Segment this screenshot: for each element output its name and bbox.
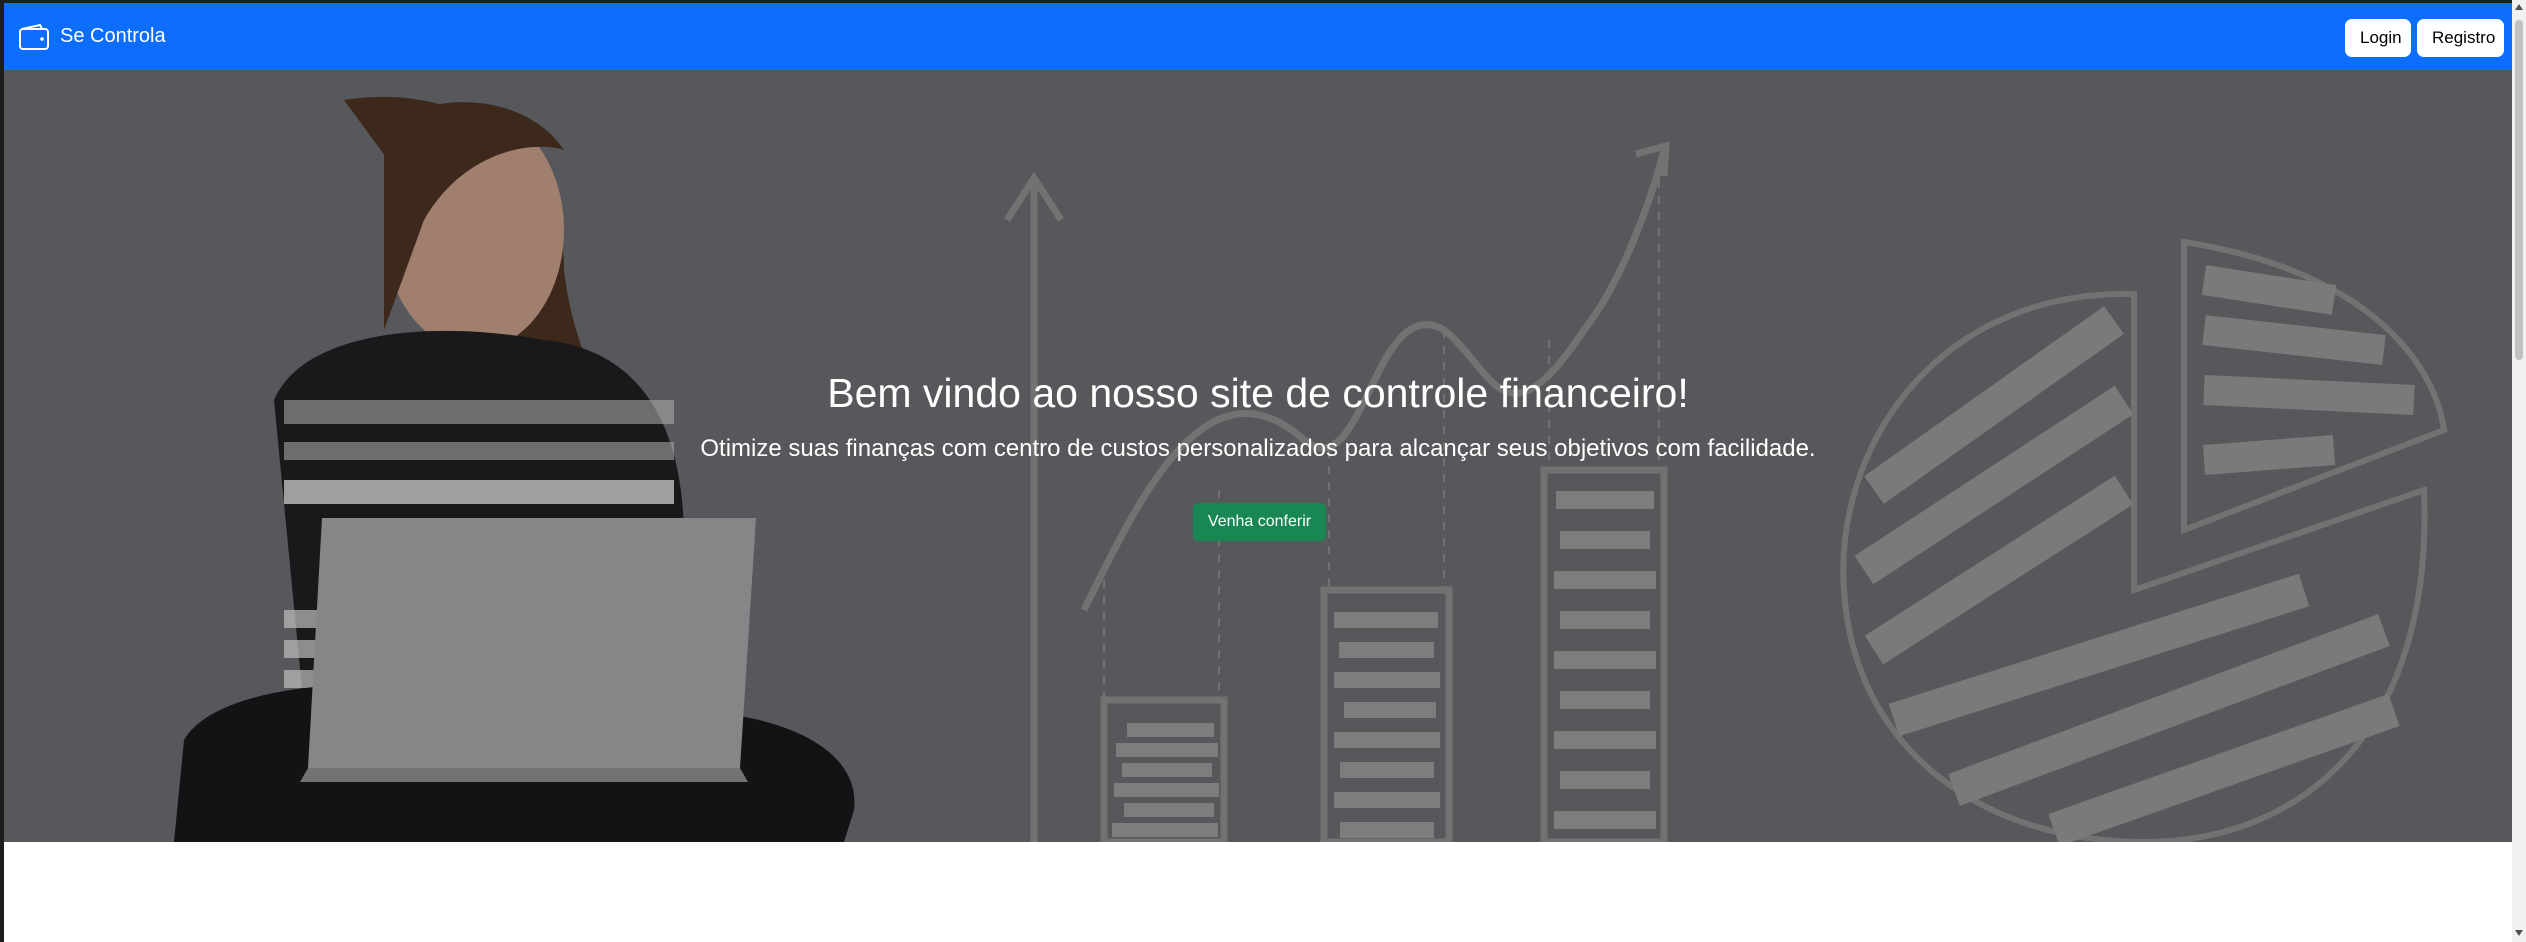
wallet-icon <box>19 23 49 50</box>
hero-subtitle: Otimize suas finanças com centro de cust… <box>700 435 1816 462</box>
scroll-down-arrow-icon[interactable] <box>2515 930 2523 936</box>
navbar: Se Controla Login Registro <box>4 3 2512 70</box>
brand-name: Se Controla <box>60 25 166 47</box>
scroll-thumb[interactable] <box>2515 20 2523 360</box>
brand-link[interactable]: Se Controla <box>18 3 166 70</box>
page-scrollbar[interactable] <box>2512 0 2526 942</box>
login-button[interactable]: Login <box>2345 19 2411 57</box>
hero-content: Bem vindo ao nosso site de controle fina… <box>4 70 2512 842</box>
hero-title: Bem vindo ao nosso site de controle fina… <box>827 370 1689 416</box>
hero-section: Bem vindo ao nosso site de controle fina… <box>4 70 2512 842</box>
scroll-up-arrow-icon[interactable] <box>2515 4 2523 10</box>
cta-button[interactable]: Venha conferir <box>1193 503 1326 541</box>
register-button[interactable]: Registro <box>2417 19 2504 57</box>
